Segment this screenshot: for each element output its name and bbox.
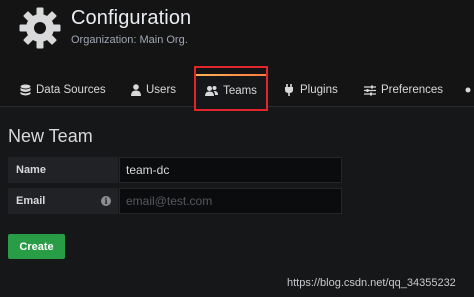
user-icon — [131, 84, 141, 96]
tab-label: Plugins — [300, 84, 338, 96]
tab-teams[interactable]: Teams — [195, 74, 267, 107]
tab-label: Teams — [223, 85, 257, 97]
plug-icon — [285, 84, 293, 96]
page-title-configuration: Configuration — [71, 7, 192, 29]
email-label-text: Email — [16, 195, 46, 207]
sliders-icon — [364, 85, 376, 95]
page-header: Configuration Organization: Main Org. Da… — [0, 0, 474, 107]
tab-data-sources[interactable]: Data Sources — [20, 74, 106, 106]
name-label-text: Name — [16, 164, 46, 176]
tab-bar: Data Sources Users Teams Plugins Prefere… — [0, 74, 474, 107]
team-email-input[interactable] — [119, 188, 342, 214]
tab-label: Data Sources — [36, 84, 106, 96]
tab-overflow[interactable] — [465, 74, 474, 106]
tab-preferences[interactable]: Preferences — [364, 74, 443, 106]
organization-subtitle: Organization: Main Org. — [71, 34, 188, 46]
create-button[interactable]: Create — [8, 234, 65, 259]
tab-label: Preferences — [381, 84, 444, 96]
tab-users[interactable]: Users — [131, 74, 176, 106]
database-icon — [20, 84, 31, 96]
new-team-heading: New Team — [8, 126, 93, 146]
tab-plugins[interactable]: Plugins — [284, 74, 338, 106]
more-icon — [465, 87, 471, 93]
watermark-url: https://blog.csdn.net/qq_34355232 — [287, 277, 456, 289]
info-icon[interactable]: i — [101, 196, 111, 206]
users-icon — [205, 86, 219, 96]
name-label: Name — [8, 157, 118, 183]
team-name-input[interactable] — [119, 157, 342, 183]
tab-label: Users — [146, 84, 177, 96]
gear-icon — [19, 7, 61, 49]
email-label: Email i — [8, 188, 118, 214]
